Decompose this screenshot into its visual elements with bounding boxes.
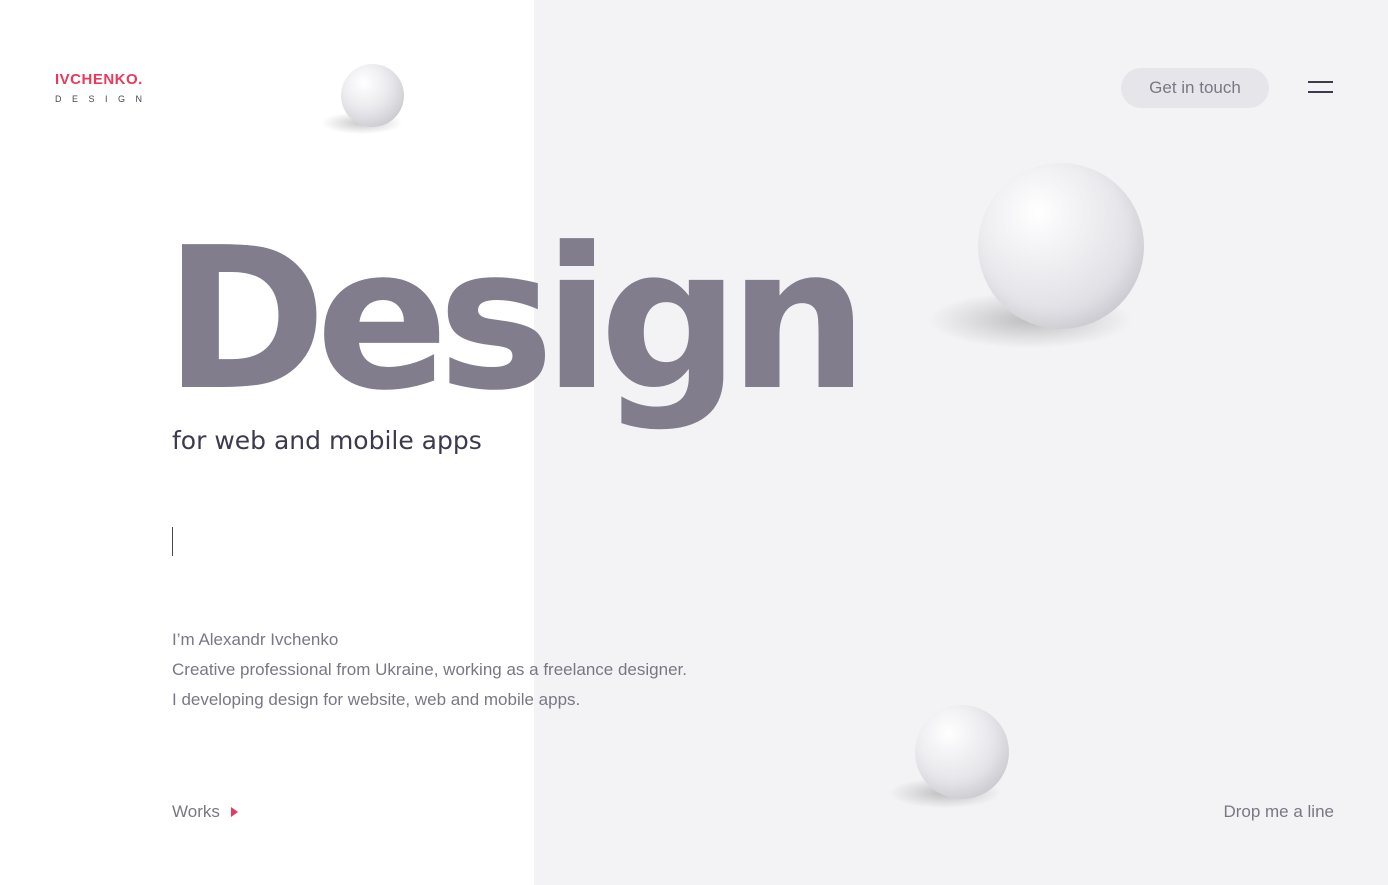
logo-subtitle: DESIGN <box>55 94 153 104</box>
intro-line: I’m Alexandr Ivchenko <box>172 630 339 649</box>
logo-name: IVCHENKO. <box>55 71 143 88</box>
hamburger-menu-icon[interactable] <box>1302 78 1338 100</box>
vertical-divider <box>172 527 173 556</box>
works-link[interactable]: Works <box>172 800 238 824</box>
intro-line: I developing design for website, web and… <box>172 690 581 709</box>
works-label: Works <box>172 802 220 821</box>
hero-subtitle: for web and mobile apps <box>172 426 482 455</box>
intro-text: I’m Alexandr Ivchenko Creative professio… <box>172 625 687 715</box>
decorative-sphere-large <box>978 163 1144 329</box>
logo[interactable]: IVCHENKO. DESIGN <box>55 71 153 105</box>
page: IVCHENKO. DESIGN Get in touch Design for… <box>0 0 1388 885</box>
menu-bar <box>1308 91 1333 93</box>
decorative-sphere-small <box>341 64 404 127</box>
get-in-touch-button[interactable]: Get in touch <box>1121 68 1269 108</box>
menu-bar <box>1308 81 1333 83</box>
drop-me-a-line-link[interactable]: Drop me a line <box>1223 800 1334 824</box>
decorative-sphere-medium <box>915 705 1009 799</box>
hero-title: Design <box>164 206 868 434</box>
triangle-right-icon <box>230 806 238 817</box>
intro-line: Creative professional from Ukraine, work… <box>172 660 687 679</box>
